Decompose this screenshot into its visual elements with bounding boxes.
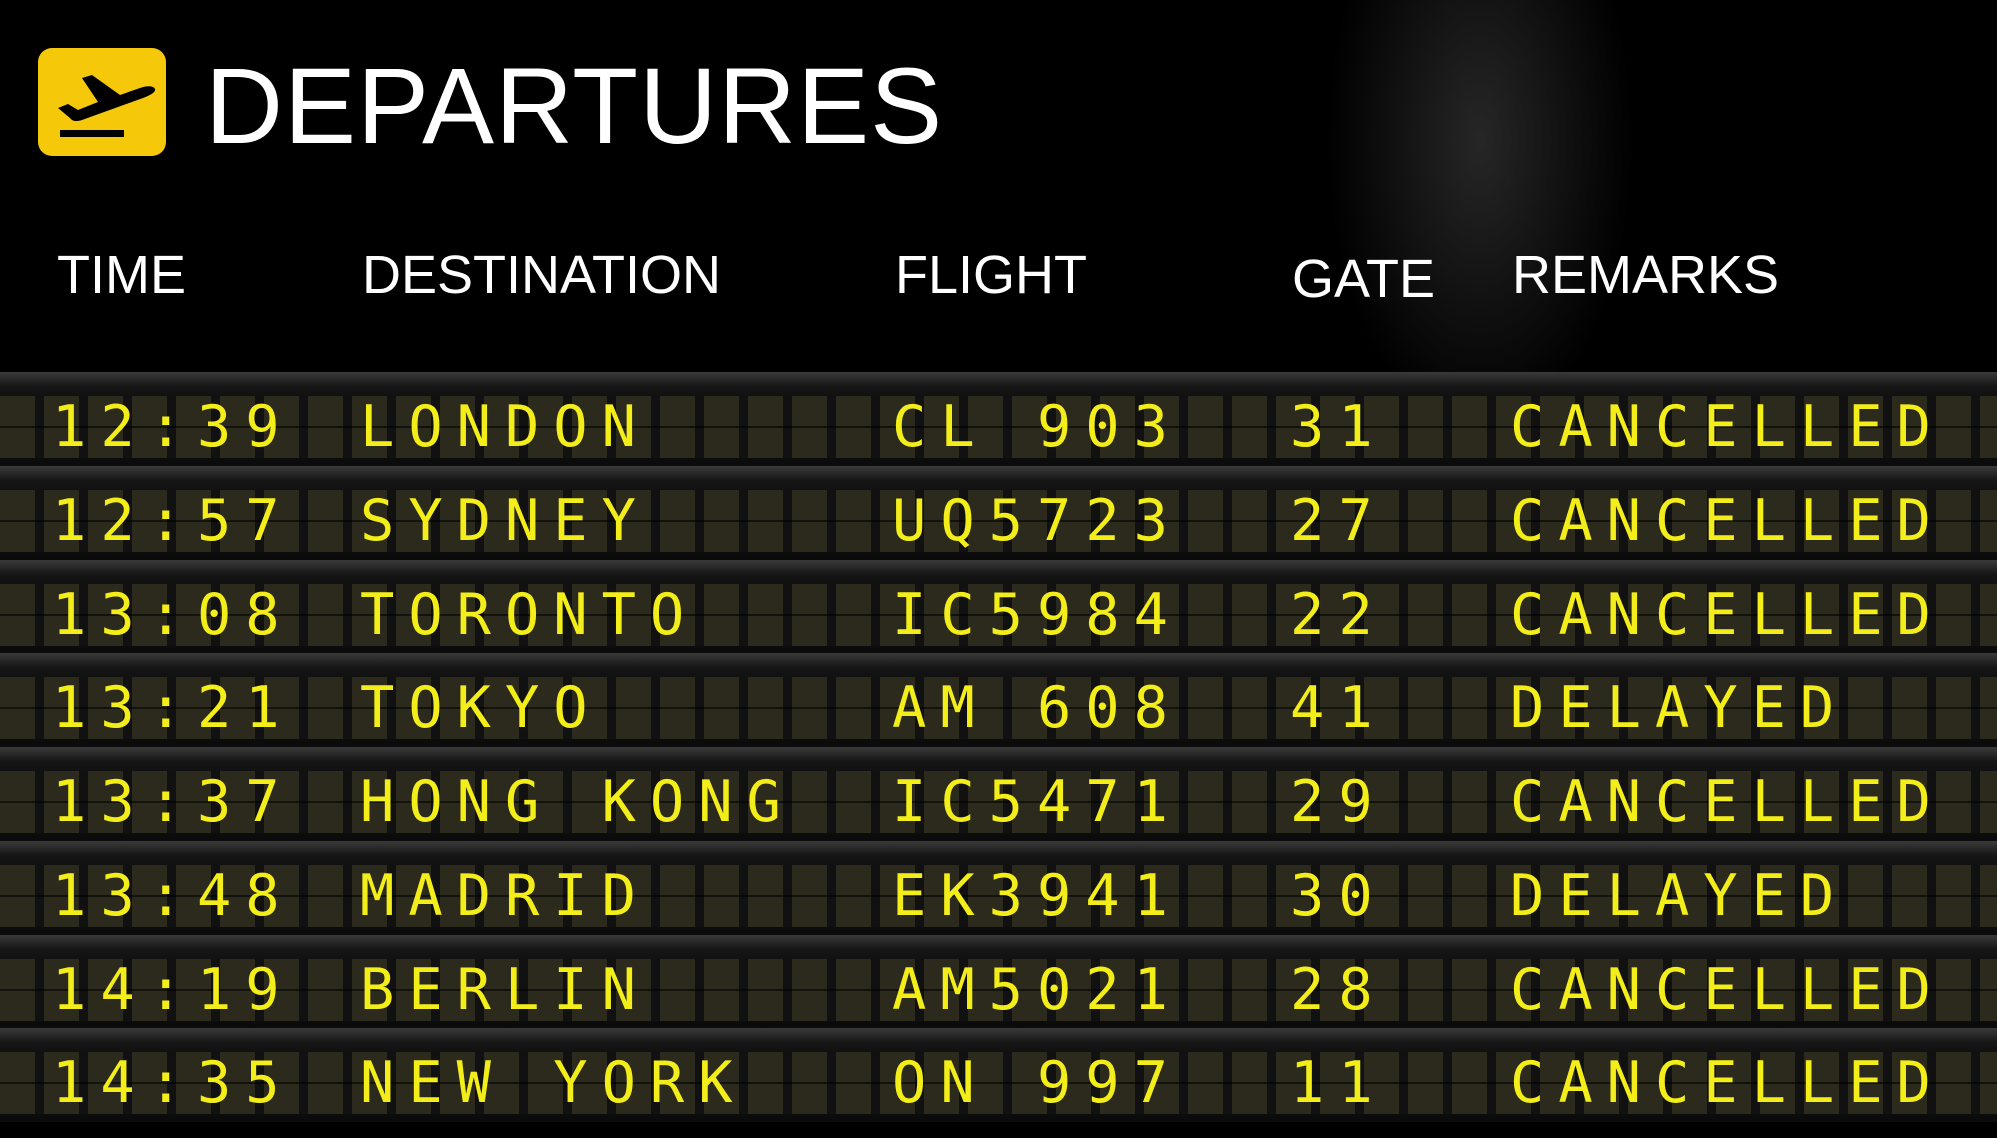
time-cell: 12:57 (52, 487, 294, 554)
table-row: 12:57 SYDNEY UQ5723 27 CANCELLED (0, 465, 1997, 560)
destination-cell: MADRID (360, 862, 650, 929)
table-row: 13:37 HONG KONG IC5471 29 CANCELLED (0, 747, 1997, 841)
gate-cell: 29 (1290, 769, 1387, 835)
time-cell: 12:39 (52, 394, 294, 460)
flight-cell: AM 608 (892, 675, 1182, 742)
remarks-cell: CANCELLED (1510, 394, 1945, 460)
column-header-time: TIME (57, 245, 186, 305)
remarks-cell: CANCELLED (1510, 956, 1945, 1023)
gate-cell: 11 (1290, 1050, 1387, 1117)
destination-cell: TORONTO (360, 581, 699, 648)
time-cell: 13:37 (52, 769, 294, 835)
gate-cell: 27 (1290, 487, 1387, 554)
remarks-cell: CANCELLED (1510, 769, 1945, 835)
remarks-cell: DELAYED (1510, 675, 1849, 742)
remarks-cell: DELAYED (1510, 862, 1849, 929)
airplane-departure-icon (38, 48, 166, 156)
flight-cell: EK3941 (892, 862, 1182, 929)
table-row: 13:08 TORONTO IC5984 22 CANCELLED (0, 559, 1997, 654)
remarks-cell: CANCELLED (1510, 581, 1945, 648)
flight-cell: CL 903 (892, 394, 1182, 460)
destination-cell: SYDNEY (360, 487, 650, 554)
column-header-destination: DESTINATION (362, 245, 722, 305)
flight-cell: ON 997 (892, 1050, 1182, 1117)
page-title: DEPARTURES (205, 45, 944, 166)
table-row: 13:21 TOKYO AM 608 41 DELAYED (0, 653, 1997, 747)
gate-cell: 28 (1290, 956, 1387, 1023)
destination-cell: TOKYO (360, 675, 602, 742)
column-header-remarks: REMARKS (1512, 245, 1780, 305)
remarks-cell: CANCELLED (1510, 1050, 1945, 1117)
flights-table: 12:39 LONDON CL 903 31 CANCELLED 12:57 S… (0, 372, 1997, 1122)
departures-board: DEPARTURES TIME DESTINATION FLIGHT GATE … (0, 0, 1997, 1138)
table-row: 13:48 MADRID EK3941 30 DELAYED (0, 840, 1997, 935)
gate-cell: 22 (1290, 581, 1387, 648)
flight-cell: AM5021 (892, 956, 1182, 1023)
table-row: 12:39 LONDON CL 903 31 CANCELLED (0, 372, 1997, 466)
gate-cell: 31 (1290, 394, 1387, 460)
table-row: 14:35 NEW YORK ON 997 11 CANCELLED (0, 1028, 1997, 1122)
table-row: 14:19 BERLIN AM5021 28 CANCELLED (0, 934, 1997, 1029)
time-cell: 13:08 (52, 581, 294, 648)
column-header-flight: FLIGHT (895, 245, 1088, 305)
time-cell: 13:21 (52, 675, 294, 742)
flight-cell: UQ5723 (892, 487, 1182, 554)
destination-cell: NEW YORK (360, 1050, 747, 1117)
gate-cell: 41 (1290, 675, 1387, 742)
time-cell: 14:19 (52, 956, 294, 1023)
header-sheen (1180, 0, 1997, 372)
flight-cell: IC5471 (892, 769, 1182, 835)
destination-cell: HONG KONG (360, 769, 795, 835)
gate-cell: 30 (1290, 862, 1387, 929)
column-header-gate: GATE (1292, 249, 1436, 309)
destination-cell: LONDON (360, 394, 650, 460)
destination-cell: BERLIN (360, 956, 650, 1023)
flight-cell: IC5984 (892, 581, 1182, 648)
time-cell: 13:48 (52, 862, 294, 929)
remarks-cell: CANCELLED (1510, 487, 1945, 554)
time-cell: 14:35 (52, 1050, 294, 1117)
